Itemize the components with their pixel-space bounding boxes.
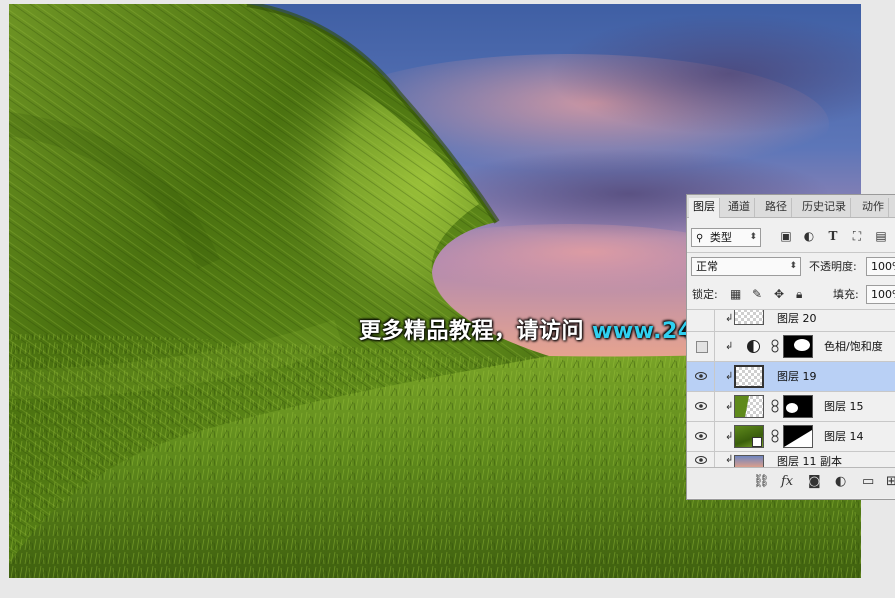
layer-thumbnail [734, 395, 764, 418]
eye-icon [695, 372, 707, 380]
layer-thumbnail [734, 425, 764, 448]
fx-icon[interactable]: fx [781, 474, 793, 489]
blend-mode-select[interactable]: 正常 ⬍ [691, 257, 801, 276]
adjustment-layer-icon[interactable]: ◐ [835, 474, 846, 489]
visibility-toggle[interactable] [687, 422, 715, 451]
clip-arrow-icon: ↲ [725, 313, 734, 324]
visibility-toggle[interactable] [687, 332, 715, 361]
layer-name: 图层 11 副本 [777, 455, 842, 467]
visibility-empty-icon [696, 341, 708, 353]
tab-actions[interactable]: 动作 [858, 198, 889, 217]
tab-channels[interactable]: 通道 [724, 198, 755, 217]
panel-tab-bar: 图层 通道 路径 历史记录 动作 [687, 195, 895, 218]
text-filter-icon[interactable]: T [825, 229, 841, 245]
clip-arrow-icon: ↲ [725, 371, 734, 382]
layer-name: 图层 14 [824, 430, 864, 443]
fill-input[interactable]: 100% [866, 285, 895, 304]
layer-row[interactable]: ↲ 图层 11 副本 [687, 451, 895, 467]
clip-arrow-icon: ↲ [725, 431, 734, 442]
add-mask-icon[interactable]: ◙ [808, 474, 821, 489]
opacity-input[interactable]: 100% [866, 257, 895, 276]
tab-layers[interactable]: 图层 [689, 198, 720, 218]
clip-arrow-icon: ↲ [725, 401, 734, 412]
eye-icon [695, 402, 707, 410]
chevron-updown-icon: ⬍ [749, 232, 757, 242]
layers-bottom-bar: ⛓ fx ◙ ◐ ▭ ⊞ [687, 467, 895, 498]
layer-thumbnail [734, 365, 764, 388]
blend-mode-value: 正常 [696, 260, 718, 273]
watermark-text: 更多精品教程，请访问 [359, 319, 585, 344]
filter-row: ⚲ 类型 ⬍ ▣ ◐ T ⛶ ▤ [687, 228, 895, 248]
layer-name: 图层 20 [777, 312, 817, 325]
layer-row[interactable]: ↲ 图层 15 [687, 391, 895, 421]
layer-name: 图层 19 [777, 370, 817, 383]
clip-arrow-icon: ↲ [725, 341, 734, 352]
eye-icon [695, 432, 707, 440]
visibility-toggle[interactable] [687, 392, 715, 421]
layer-row[interactable]: ↲ 图层 20 [687, 309, 895, 331]
lock-all-icon[interactable]: 🔒︎ [796, 285, 802, 304]
smart-object-filter-icon[interactable]: ▤ [873, 229, 889, 245]
layer-row[interactable]: ↲ 色相/饱和度 [687, 331, 895, 361]
hue-saturation-icon [747, 340, 760, 353]
search-icon: ⚲ [696, 233, 704, 244]
folder-icon[interactable]: ▭ [862, 474, 874, 489]
separator [687, 252, 895, 253]
layer-name: 色相/饱和度 [824, 340, 883, 353]
shape-filter-icon[interactable]: ⛶ [849, 229, 865, 245]
filter-type-label: 类型 [709, 231, 732, 244]
filter-type-select[interactable]: ⚲ 类型 ⬍ [691, 228, 761, 247]
layer-mask-thumbnail[interactable] [783, 425, 813, 448]
image-filter-icon[interactable]: ▣ [778, 229, 794, 245]
chevron-updown-icon: ⬍ [789, 261, 797, 271]
opacity-label: 不透明度: [809, 260, 857, 273]
link-icon[interactable]: ⛓ [753, 474, 770, 489]
fill-label: 填充: [833, 288, 859, 301]
lock-row: 锁定: ▦ ✎ ✥ 🔒︎ 填充: 100% [687, 285, 895, 305]
lock-paint-icon[interactable]: ✎ [752, 285, 762, 304]
layer-thumbnail [734, 455, 764, 467]
layer-name: 图层 15 [824, 400, 864, 413]
visibility-toggle[interactable] [687, 310, 715, 331]
lock-move-icon[interactable]: ✥ [774, 285, 784, 304]
link-chain-icon[interactable] [771, 399, 779, 413]
new-layer-icon[interactable]: ⊞ [886, 474, 895, 489]
visibility-toggle[interactable] [687, 362, 715, 391]
blend-row: 正常 ⬍ 不透明度: 100% [687, 257, 895, 277]
lock-transparent-icon[interactable]: ▦ [730, 285, 741, 304]
tab-paths[interactable]: 路径 [761, 198, 792, 217]
layer-mask-thumbnail[interactable] [783, 335, 813, 358]
layer-thumbnail [734, 310, 764, 325]
link-chain-icon[interactable] [771, 429, 779, 443]
layer-row-selected[interactable]: ↲ 图层 19 [687, 361, 895, 391]
smart-object-icon [752, 437, 762, 447]
visibility-toggle[interactable] [687, 452, 715, 467]
layers-panel: 图层 通道 路径 历史记录 动作 ⚲ 类型 ⬍ ▣ ◐ T ⛶ ▤ 正常 ⬍ 不… [686, 194, 895, 500]
link-chain-icon[interactable] [771, 339, 779, 353]
layer-row[interactable]: ↲ 图层 14 [687, 421, 895, 451]
adjustment-filter-icon[interactable]: ◐ [801, 229, 817, 245]
tab-history[interactable]: 历史记录 [798, 198, 851, 217]
layer-mask-thumbnail[interactable] [783, 395, 813, 418]
lock-label: 锁定: [692, 288, 718, 301]
eye-icon [695, 456, 707, 464]
clip-arrow-icon: ↲ [725, 454, 734, 465]
